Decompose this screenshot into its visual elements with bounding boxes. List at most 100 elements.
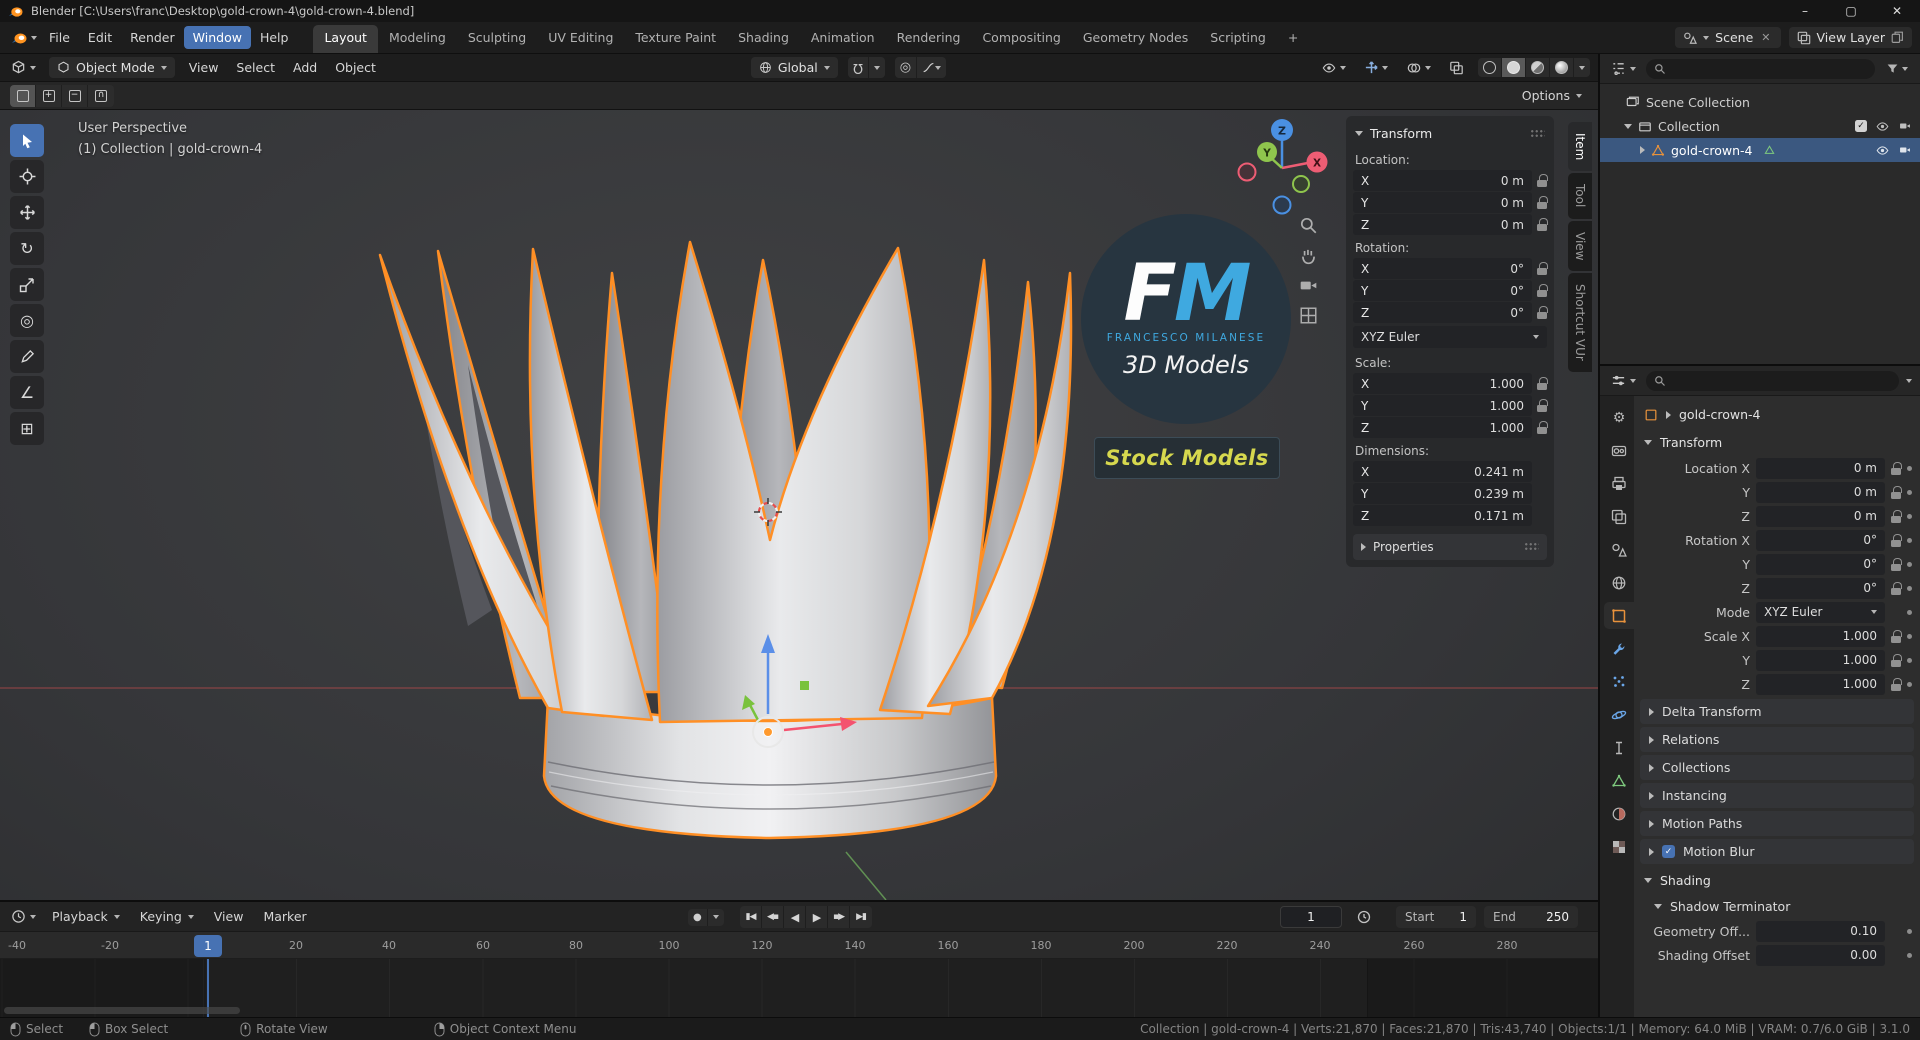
outliner-filter-button[interactable]: [1882, 60, 1912, 77]
workspace-add-button[interactable]: +: [1277, 25, 1309, 53]
eye-icon[interactable]: [1875, 144, 1890, 157]
end-frame-field[interactable]: End 250: [1484, 906, 1578, 928]
rotation-mode-dropdown[interactable]: XYZ Euler: [1756, 601, 1885, 623]
keyframe-dot-icon[interactable]: [1907, 561, 1912, 567]
current-frame-field[interactable]: 1: [1280, 906, 1342, 928]
dimensions-z-field[interactable]: Z 0.171 m: [1353, 505, 1532, 526]
outliner-editor-type-button[interactable]: [1608, 59, 1639, 78]
scale-y-field[interactable]: 1.000: [1756, 649, 1885, 671]
camera-icon[interactable]: [1898, 120, 1912, 132]
lock-icon[interactable]: [1891, 677, 1902, 691]
lock-icon[interactable]: [1891, 461, 1902, 475]
lock-icon[interactable]: [1537, 196, 1548, 209]
mode-dropdown[interactable]: Object Mode: [49, 57, 175, 78]
scale-z-field[interactable]: Z 1.000: [1353, 417, 1532, 438]
tab-modifiers[interactable]: [1604, 635, 1634, 662]
scale-x-field[interactable]: X 1.000: [1353, 373, 1532, 394]
scale-y-field[interactable]: Y 1.000: [1353, 395, 1532, 416]
annotate-tool[interactable]: [10, 340, 44, 373]
tab-texture[interactable]: [1604, 833, 1634, 860]
close-button[interactable]: ✕: [1874, 0, 1920, 22]
tab-constraints[interactable]: [1604, 734, 1634, 761]
drag-grip-icon[interactable]: [1524, 542, 1539, 552]
zoom-icon[interactable]: [1299, 216, 1318, 235]
rotation-z-field[interactable]: Z 0°: [1353, 302, 1532, 323]
tab-output[interactable]: [1604, 470, 1634, 497]
rotation-mode-dropdown[interactable]: XYZ Euler: [1353, 326, 1547, 348]
lock-icon[interactable]: [1537, 399, 1548, 412]
menu-render[interactable]: Render: [121, 26, 184, 49]
playhead[interactable]: 1: [194, 935, 222, 957]
crown-model[interactable]: [378, 240, 1073, 840]
snap-options[interactable]: [869, 57, 885, 78]
start-frame-field[interactable]: Start 1: [1396, 906, 1476, 928]
section-shading[interactable]: Shading: [1634, 867, 1920, 894]
select-mode-intersect[interactable]: ∩: [88, 85, 114, 107]
sidebar-tab-item[interactable]: Item: [1568, 122, 1592, 172]
add-cube-tool[interactable]: ⊞: [10, 412, 44, 445]
timeline-ruler[interactable]: -40 -20 20 40 60 80 100 120 140 160 180 …: [0, 932, 1598, 959]
auto-keying-options[interactable]: [708, 909, 724, 926]
rotation-y-field[interactable]: Y 0°: [1353, 280, 1532, 301]
shading-material[interactable]: [1526, 58, 1550, 77]
unlink-scene-icon[interactable]: ✕: [1759, 31, 1772, 44]
properties-editor-type-button[interactable]: [1608, 371, 1639, 390]
expand-icon[interactable]: [1640, 146, 1645, 154]
lock-icon[interactable]: [1537, 284, 1548, 297]
lock-icon[interactable]: [1537, 377, 1548, 390]
workspace-tab-modeling[interactable]: Modeling: [378, 25, 457, 53]
shading-rendered[interactable]: [1550, 58, 1574, 77]
next-keyframe-button[interactable]: ▪▶: [828, 906, 850, 928]
outliner-row-collection[interactable]: Collection ✓: [1600, 114, 1920, 138]
measure-tool[interactable]: ∠: [10, 376, 44, 409]
rotation-z-field[interactable]: 0°: [1756, 577, 1885, 599]
transform-section-header[interactable]: Transform: [1634, 429, 1920, 456]
lock-icon[interactable]: [1537, 218, 1548, 231]
location-x-field[interactable]: 0 m: [1756, 457, 1885, 479]
expand-icon[interactable]: [1624, 123, 1632, 129]
minimize-button[interactable]: –: [1782, 0, 1828, 22]
options-dropdown[interactable]: Options: [1522, 88, 1588, 103]
jump-to-end-button[interactable]: ▶▮: [850, 906, 872, 928]
use-preview-range[interactable]: [1356, 906, 1372, 928]
snap-toggle[interactable]: Ω: [848, 57, 869, 78]
editor-type-button[interactable]: [8, 58, 39, 77]
workspace-tab-geometry-nodes[interactable]: Geometry Nodes: [1072, 25, 1199, 53]
drag-grip-icon[interactable]: [1530, 128, 1545, 139]
lock-icon[interactable]: [1891, 533, 1902, 547]
menu-help[interactable]: Help: [251, 26, 298, 49]
timeline-tracks[interactable]: [0, 959, 1598, 1017]
axis-neg-z-ball[interactable]: [1272, 195, 1292, 215]
camera-icon[interactable]: [1898, 144, 1912, 156]
workspace-tab-compositing[interactable]: Compositing: [971, 25, 1071, 53]
shading-options[interactable]: [1574, 58, 1590, 77]
viewport-menu-add[interactable]: Add: [289, 58, 321, 77]
keying-menu[interactable]: Keying: [131, 905, 203, 928]
pan-hand-icon[interactable]: [1299, 246, 1318, 265]
lock-icon[interactable]: [1891, 629, 1902, 643]
lock-icon[interactable]: [1537, 306, 1548, 319]
shading-wireframe[interactable]: [1478, 58, 1502, 77]
keyframe-dot-icon[interactable]: [1907, 609, 1912, 615]
tab-material[interactable]: [1604, 800, 1634, 827]
section-delta-transform[interactable]: Delta Transform: [1640, 699, 1914, 724]
gizmo-toggle[interactable]: [1360, 58, 1392, 77]
camera-view-icon[interactable]: [1299, 276, 1318, 295]
select-box-tool[interactable]: [10, 124, 44, 157]
workspace-tab-scripting[interactable]: Scripting: [1199, 25, 1277, 53]
scene-selector[interactable]: Scene ✕: [1675, 27, 1781, 48]
playback-menu[interactable]: Playback: [43, 905, 129, 928]
navigation-gizmo[interactable]: Z Y X: [1237, 119, 1328, 215]
lock-icon[interactable]: [1891, 653, 1902, 667]
tab-object-data[interactable]: [1604, 767, 1634, 794]
axis-neg-y-ball[interactable]: [1292, 175, 1310, 193]
timeline-editor-type-button[interactable]: [8, 907, 39, 926]
keyframe-dot-icon[interactable]: [1907, 537, 1912, 543]
app-menu-button[interactable]: [8, 29, 40, 47]
tab-physics[interactable]: [1604, 701, 1634, 728]
dimensions-x-field[interactable]: X 0.241 m: [1353, 461, 1532, 482]
viewport-menu-select[interactable]: Select: [232, 58, 279, 77]
outliner-row-gold-crown-4[interactable]: gold-crown-4: [1600, 138, 1920, 162]
motion-blur-checkbox[interactable]: ✓: [1662, 845, 1675, 858]
ortho-grid-icon[interactable]: [1299, 306, 1318, 325]
